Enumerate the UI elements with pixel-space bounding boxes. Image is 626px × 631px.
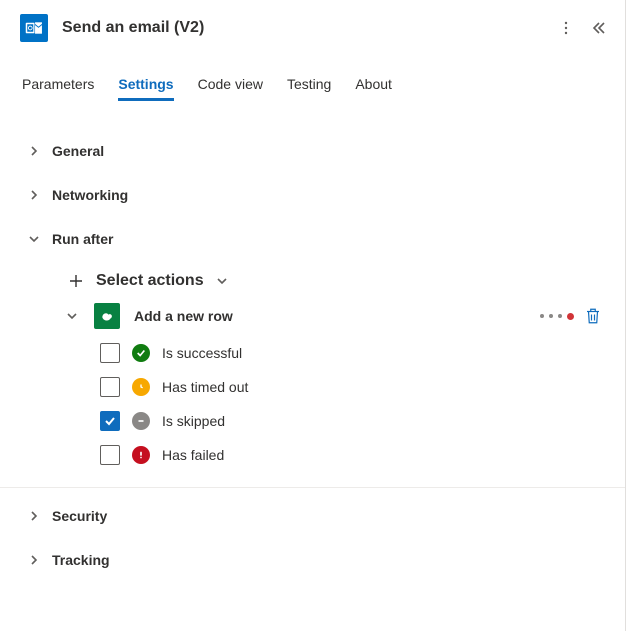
checkbox-failed[interactable] xyxy=(100,445,120,465)
tab-codeview[interactable]: Code view xyxy=(198,70,263,101)
runafter-option-timedout: Has timed out xyxy=(100,377,606,397)
tabs: Parameters Settings Code view Testing Ab… xyxy=(20,70,606,101)
chevron-right-icon xyxy=(26,552,42,568)
chevron-down-icon xyxy=(64,308,80,324)
runafter-checklist: Is successful Has timed out Is skipped xyxy=(100,343,606,465)
chevron-down-icon xyxy=(214,273,230,289)
option-failed-label: Has failed xyxy=(162,447,224,463)
outlook-icon xyxy=(20,14,48,42)
divider xyxy=(0,487,626,488)
chevron-right-icon xyxy=(26,187,42,203)
status-dots xyxy=(540,313,574,320)
clock-icon xyxy=(132,378,150,396)
more-menu-icon[interactable] xyxy=(558,20,574,36)
checkbox-success[interactable] xyxy=(100,343,120,363)
runafter-action-title: Add a new row xyxy=(134,308,233,324)
select-actions-label: Select actions xyxy=(96,272,204,290)
option-skipped-label: Is skipped xyxy=(162,413,225,429)
option-success-label: Is successful xyxy=(162,345,242,361)
tab-about[interactable]: About xyxy=(355,70,392,101)
chevron-right-icon xyxy=(26,508,42,524)
panel-header: Send an email (V2) xyxy=(20,14,606,42)
checkbox-timedout[interactable] xyxy=(100,377,120,397)
runafter-option-failed: Has failed xyxy=(100,445,606,465)
delete-action-button[interactable] xyxy=(584,307,602,325)
section-networking-label: Networking xyxy=(52,187,128,203)
runafter-option-skipped: Is skipped xyxy=(100,411,606,431)
checkbox-skipped[interactable] xyxy=(100,411,120,431)
panel-title: Send an email (V2) xyxy=(62,19,544,37)
chevron-right-icon xyxy=(26,143,42,159)
section-security-label: Security xyxy=(52,508,107,524)
section-networking[interactable]: Networking xyxy=(26,183,606,207)
section-tracking-label: Tracking xyxy=(52,552,110,568)
tab-settings[interactable]: Settings xyxy=(118,70,173,101)
plus-icon xyxy=(66,271,86,291)
error-icon xyxy=(132,446,150,464)
tab-testing[interactable]: Testing xyxy=(287,70,331,101)
option-timedout-label: Has timed out xyxy=(162,379,248,395)
runafter-action-row[interactable]: Add a new row xyxy=(64,303,606,329)
dataverse-icon xyxy=(94,303,120,329)
section-tracking[interactable]: Tracking xyxy=(26,548,606,572)
collapse-panel-icon[interactable] xyxy=(590,20,606,36)
minus-icon xyxy=(132,412,150,430)
success-icon xyxy=(132,344,150,362)
section-general[interactable]: General xyxy=(26,139,606,163)
section-runafter-label: Run after xyxy=(52,231,113,247)
section-general-label: General xyxy=(52,143,104,159)
select-actions-button[interactable]: Select actions xyxy=(66,271,606,291)
section-security[interactable]: Security xyxy=(26,504,606,528)
runafter-option-success: Is successful xyxy=(100,343,606,363)
tab-parameters[interactable]: Parameters xyxy=(22,70,94,101)
section-runafter[interactable]: Run after xyxy=(26,227,606,251)
chevron-down-icon xyxy=(26,231,42,247)
